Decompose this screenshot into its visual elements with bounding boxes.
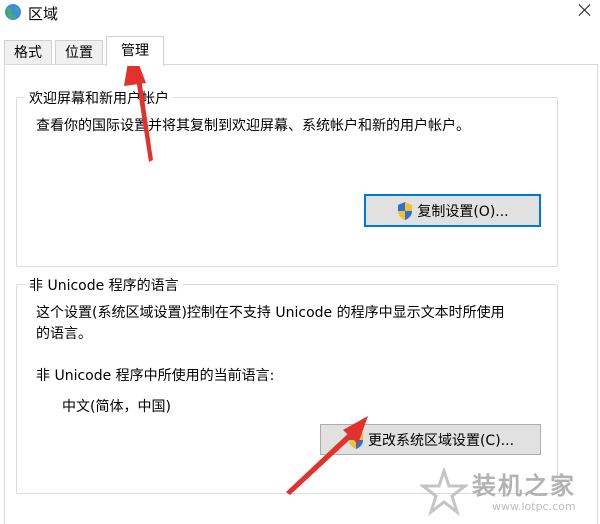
star-logo-icon bbox=[420, 468, 468, 516]
watermark: 装机之家 www.lotpc.com bbox=[420, 462, 598, 522]
window-title: 区域 bbox=[28, 5, 59, 23]
unicode-group-title: 非 Unicode 程序的语言 bbox=[25, 275, 183, 295]
change-system-locale-label: 更改系统区域设置(C)... bbox=[367, 432, 515, 449]
tab-format[interactable]: 格式 bbox=[4, 40, 52, 64]
change-system-locale-button[interactable]: 更改系统区域设置(C)... bbox=[320, 424, 541, 455]
copy-settings-label: 复制设置(O)... bbox=[417, 203, 509, 220]
current-language-label: 非 Unicode 程序中所使用的当前语言: bbox=[36, 368, 275, 384]
close-button[interactable] bbox=[570, 0, 600, 24]
welcome-group-title: 欢迎屏幕和新用户帐户 bbox=[25, 88, 173, 108]
globe-icon bbox=[5, 4, 21, 20]
current-language-value: 中文(简体，中国) bbox=[62, 399, 171, 415]
tab-location[interactable]: 位置 bbox=[55, 40, 103, 64]
copy-settings-button[interactable]: 复制设置(O)... bbox=[364, 194, 541, 227]
unicode-description-line2: 的语言。 bbox=[36, 326, 92, 342]
shield-icon bbox=[348, 430, 363, 449]
title-bar: 区域 bbox=[0, 0, 600, 30]
welcome-description: 查看你的国际设置并将其复制到欢迎屏幕、系统帐户和新的用户帐户。 bbox=[36, 118, 470, 134]
shield-icon bbox=[398, 201, 413, 220]
unicode-description-line1: 这个设置(系统区域设置)控制在不支持 Unicode 的程序中显示文本时所使用 bbox=[36, 305, 505, 321]
watermark-url: www.lotpc.com bbox=[492, 500, 576, 513]
watermark-brand: 装机之家 bbox=[472, 472, 576, 500]
tab-administrative[interactable]: 管理 bbox=[106, 36, 164, 66]
